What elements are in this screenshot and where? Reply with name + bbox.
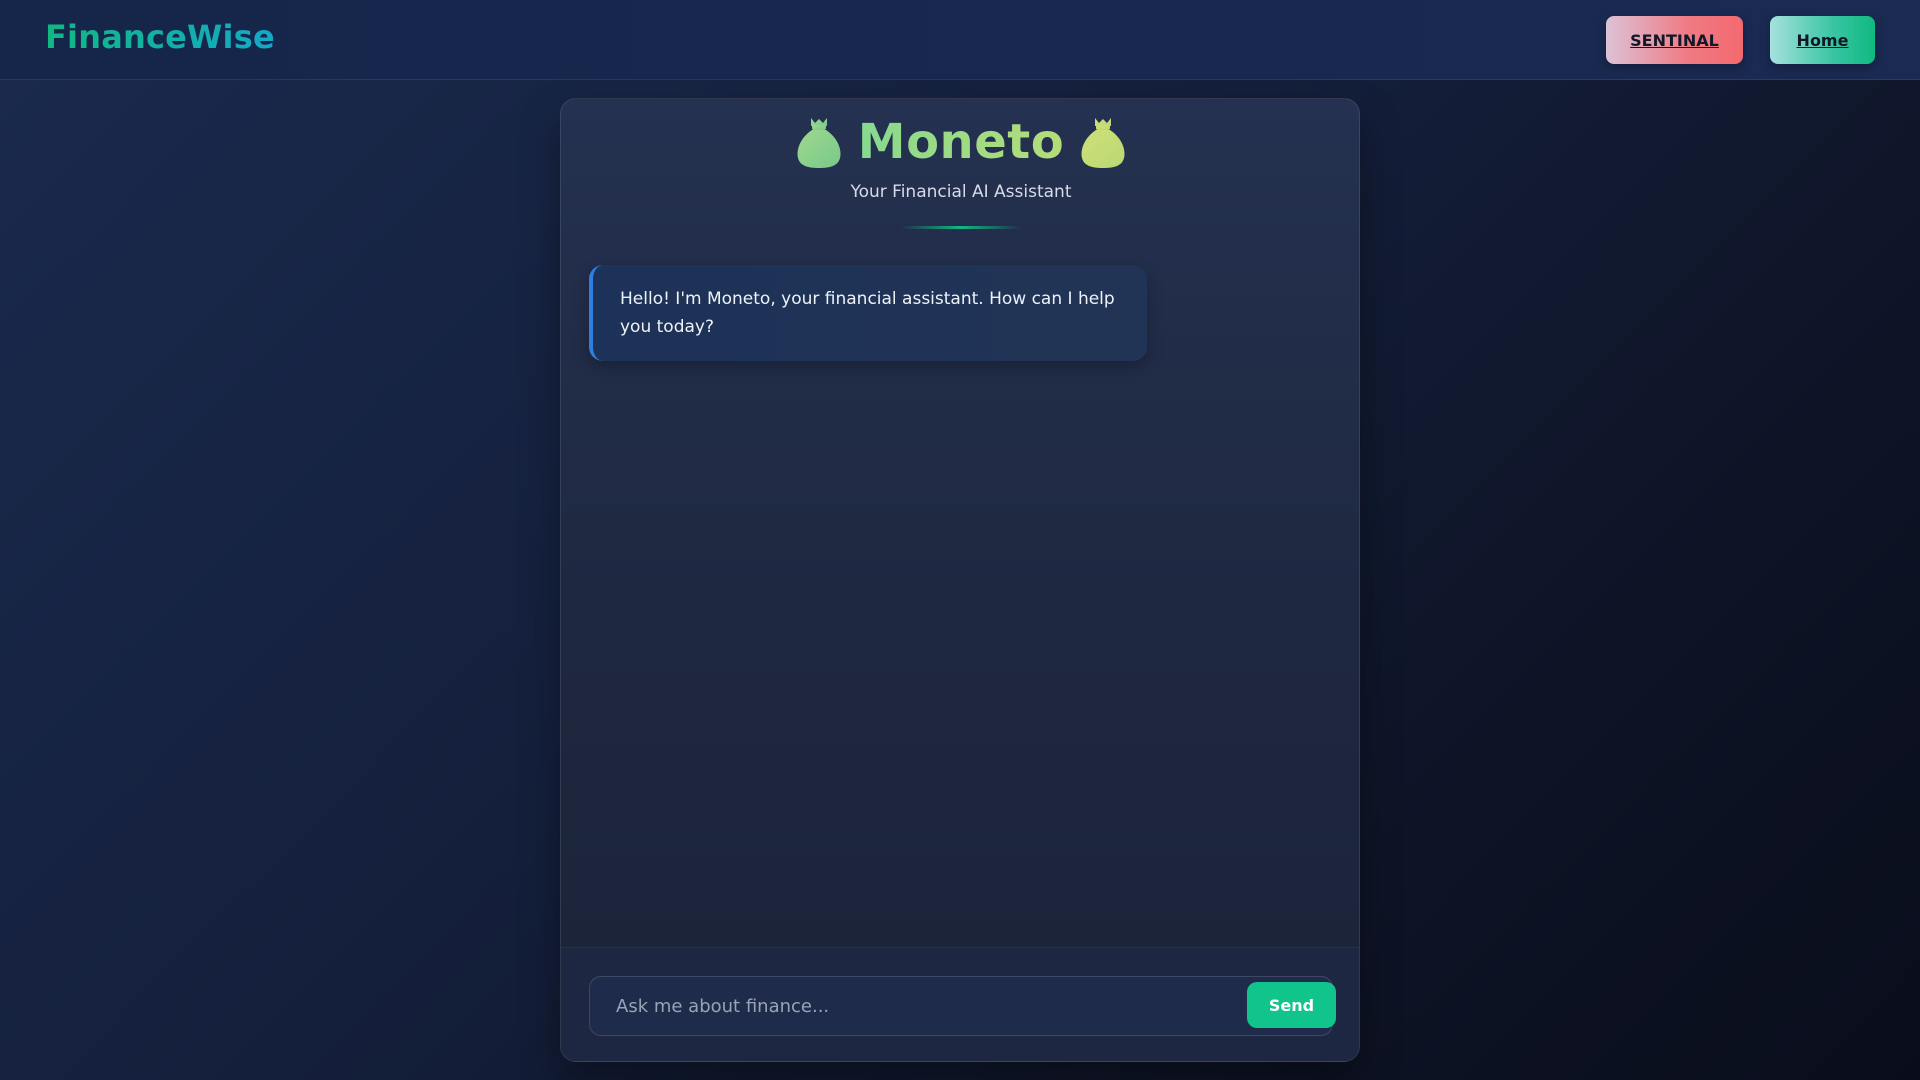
- bot-message: Hello! I'm Moneto, your financial assist…: [589, 265, 1147, 361]
- header-divider: [901, 226, 1021, 229]
- chat-input-wrapper: Send: [589, 976, 1336, 1036]
- chat-subtitle: Your Financial AI Assistant: [850, 182, 1072, 202]
- home-button[interactable]: Home: [1770, 16, 1875, 64]
- chat-title-row: Moneto: [561, 111, 1359, 173]
- chat-input[interactable]: [590, 977, 1230, 1035]
- chat-title: Moneto: [857, 114, 1065, 170]
- message-list: Hello! I'm Moneto, your financial assist…: [589, 265, 1333, 1025]
- chat-container: Moneto Your Financial AI Assistant Hello…: [560, 98, 1360, 1062]
- send-button[interactable]: Send: [1247, 982, 1336, 1028]
- navbar: FinanceWise SENTINAL Home: [0, 0, 1920, 80]
- brand-logo[interactable]: FinanceWise: [45, 18, 275, 56]
- sentinal-button[interactable]: SENTINAL: [1606, 16, 1743, 64]
- money-bag-icon: [794, 114, 844, 170]
- chat-input-area: Send: [561, 947, 1359, 1061]
- chat-header: Moneto Your Financial AI Assistant: [561, 99, 1359, 239]
- money-bag-icon: [1078, 114, 1128, 170]
